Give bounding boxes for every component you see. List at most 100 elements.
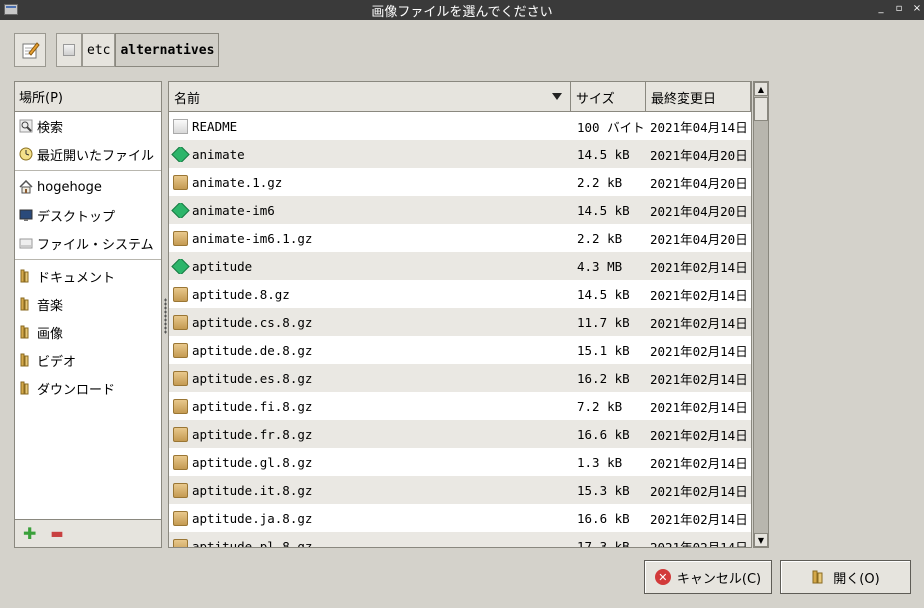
archive-icon (173, 510, 188, 526)
place-desktop[interactable]: デスクトップ (15, 201, 161, 229)
file-date: 2021年04月20日 (650, 175, 748, 191)
file-row[interactable]: aptitude.fr.8.gz 16.6 kB 2021年02月14日 (169, 420, 751, 448)
file-row[interactable]: aptitude.ja.8.gz 16.6 kB 2021年02月14日 (169, 504, 751, 532)
file-size: 1.3 kB (577, 454, 623, 470)
file-name: aptitude.fr.8.gz (192, 426, 313, 442)
folder-icon (19, 297, 33, 311)
column-header-date[interactable]: 最終変更日 (646, 82, 751, 112)
place-filesystem[interactable]: ファイル・システム (15, 229, 161, 257)
file-name-cell: aptitude.ja.8.gz (169, 510, 571, 526)
add-bookmark-button[interactable]: ✚ (23, 524, 36, 543)
place-documents[interactable]: ドキュメント (15, 262, 161, 290)
file-size: 11.7 kB (577, 314, 630, 330)
cancel-button[interactable]: ✕ キャンセル(C) (644, 560, 772, 594)
file-size: 4.3 MB (577, 258, 623, 274)
folder-icon (19, 381, 33, 395)
file-row[interactable]: aptitude.cs.8.gz 11.7 kB 2021年02月14日 (169, 308, 751, 336)
file-date: 2021年04月20日 (650, 203, 748, 219)
archive-icon (173, 538, 188, 547)
open-button[interactable]: 開く(O) (780, 560, 911, 594)
folder-icon (19, 353, 33, 367)
archive-icon (173, 286, 188, 302)
place-label: 画像 (37, 326, 64, 342)
place-search[interactable]: 検索 (15, 112, 161, 140)
minimize-button[interactable]: _ (876, 3, 886, 15)
search-icon (19, 119, 33, 133)
file-size: 17.3 kB (577, 538, 630, 548)
file-size: 15.1 kB (577, 342, 630, 358)
file-row[interactable]: aptitude.gl.8.gz 1.3 kB 2021年02月14日 (169, 448, 751, 476)
place-pictures[interactable]: 画像 (15, 318, 161, 346)
file-size: 7.2 kB (577, 398, 623, 414)
file-row[interactable]: aptitude.es.8.gz 16.2 kB 2021年02月14日 (169, 364, 751, 392)
places-separator (15, 259, 161, 260)
file-row[interactable]: aptitude.fi.8.gz 7.2 kB 2021年02月14日 (169, 392, 751, 420)
file-row[interactable]: animate-im6 14.5 kB 2021年04月20日 (169, 196, 751, 224)
places-pane: 場所(P) 検索 最近開いたファイル hogehoge デスクトップ ファイル・… (14, 81, 162, 548)
text-file-icon (173, 118, 188, 134)
scroll-up-button[interactable]: ▲ (754, 82, 768, 96)
place-music[interactable]: 音楽 (15, 290, 161, 318)
file-row[interactable]: README 100 バイト 2021年04月14日 (169, 112, 751, 140)
places-footer: ✚ ▬ (15, 519, 161, 547)
maximize-button[interactable]: ▫ (894, 3, 904, 15)
cancel-icon: ✕ (654, 569, 671, 585)
place-label: デスクトップ (37, 209, 116, 225)
file-list-header: 名前 サイズ 最終変更日 (169, 82, 751, 112)
column-header-name[interactable]: 名前 (169, 82, 571, 112)
crumb-alternatives[interactable]: alternatives (115, 33, 220, 67)
place-downloads[interactable]: ダウンロード (15, 374, 161, 402)
places-header[interactable]: 場所(P) (15, 82, 161, 112)
cancel-label: キャンセル(C) (676, 571, 762, 587)
column-header-size[interactable]: サイズ (571, 82, 646, 112)
file-date: 2021年02月14日 (650, 371, 748, 387)
file-date: 2021年02月14日 (650, 399, 748, 415)
place-recent[interactable]: 最近開いたファイル (15, 140, 161, 168)
place-home[interactable]: hogehoge (15, 173, 161, 201)
file-date: 2021年02月14日 (650, 343, 748, 359)
close-button[interactable]: × (912, 3, 922, 15)
file-row[interactable]: animate 14.5 kB 2021年04月20日 (169, 140, 751, 168)
window-menu-icon[interactable] (4, 4, 18, 15)
place-label: ファイル・システム (37, 237, 154, 253)
place-label: ダウンロード (37, 382, 116, 398)
place-videos[interactable]: ビデオ (15, 346, 161, 374)
file-row[interactable]: aptitude 4.3 MB 2021年02月14日 (169, 252, 751, 280)
scroll-thumb[interactable] (754, 97, 768, 121)
column-label: 名前 (174, 91, 201, 107)
archive-icon (173, 314, 188, 330)
file-name-cell: README (169, 118, 571, 134)
path-bar: etc alternatives (14, 33, 220, 67)
file-name-cell: aptitude (169, 258, 571, 274)
file-name-cell: animate-im6 (169, 202, 571, 218)
file-size: 16.2 kB (577, 370, 630, 386)
type-location-button[interactable] (14, 33, 46, 67)
file-name: animate.1.gz (192, 174, 283, 190)
crumb-root[interactable] (56, 33, 82, 67)
folder-icon (19, 269, 33, 283)
file-size: 16.6 kB (577, 510, 630, 526)
file-row[interactable]: aptitude.8.gz 14.5 kB 2021年02月14日 (169, 280, 751, 308)
file-date: 2021年02月14日 (650, 287, 748, 303)
place-label: hogehoge (37, 179, 102, 195)
file-name-cell: aptitude.gl.8.gz (169, 454, 571, 470)
file-row[interactable]: aptitude.pl.8.gz 17.3 kB 2021年02月14日 (169, 532, 751, 548)
scroll-down-button[interactable]: ▼ (754, 533, 768, 547)
column-label: 最終変更日 (651, 91, 717, 107)
file-name: animate-im6 (192, 202, 275, 218)
file-name: README (192, 118, 238, 134)
pane-resize-handle[interactable] (164, 298, 167, 334)
remove-bookmark-button[interactable]: ▬ (50, 526, 63, 542)
file-row[interactable]: aptitude.de.8.gz 15.1 kB 2021年02月14日 (169, 336, 751, 364)
file-row[interactable]: animate.1.gz 2.2 kB 2021年04月20日 (169, 168, 751, 196)
file-row[interactable]: aptitude.it.8.gz 15.3 kB 2021年02月14日 (169, 476, 751, 504)
file-name-cell: animate.1.gz (169, 174, 571, 190)
vertical-scrollbar[interactable]: ▲ ▼ (753, 81, 769, 548)
file-name-cell: aptitude.8.gz (169, 286, 571, 302)
file-size: 2.2 kB (577, 174, 623, 190)
file-row[interactable]: animate-im6.1.gz 2.2 kB 2021年04月20日 (169, 224, 751, 252)
file-list: 名前 サイズ 最終変更日 README 100 バイト 2021年04月14日 ani… (168, 81, 752, 548)
file-name-cell: animate (169, 146, 571, 162)
crumb-etc[interactable]: etc (82, 33, 116, 67)
file-name: aptitude.it.8.gz (192, 482, 313, 498)
